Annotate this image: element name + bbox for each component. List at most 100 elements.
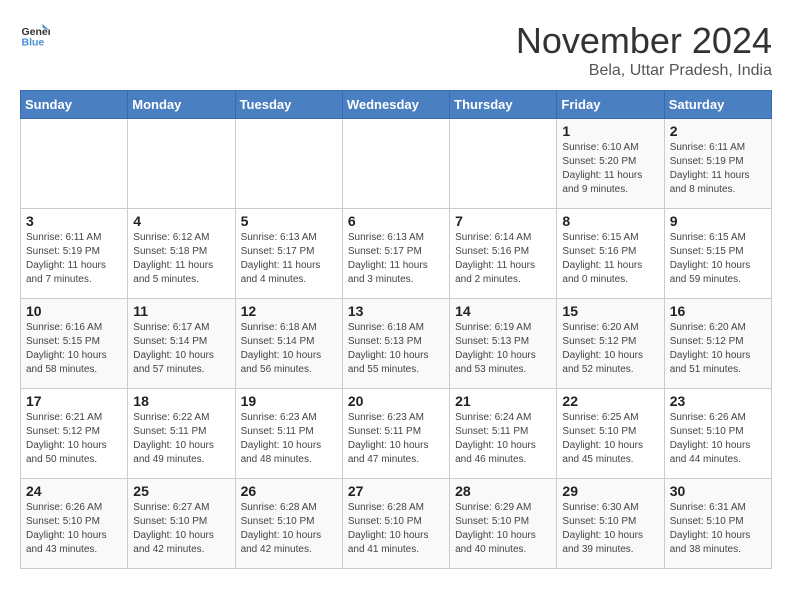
calendar-week-row: 17Sunrise: 6:21 AMSunset: 5:12 PMDayligh… [21, 389, 772, 479]
day-info: Sunrise: 6:15 AMSunset: 5:16 PMDaylight:… [562, 231, 658, 287]
day-number: 8 [562, 213, 658, 229]
calendar-cell: 27Sunrise: 6:28 AMSunset: 5:10 PMDayligh… [342, 479, 449, 569]
calendar-cell [235, 119, 342, 209]
weekday-header-friday: Friday [557, 91, 664, 119]
day-info: Sunrise: 6:13 AMSunset: 5:17 PMDaylight:… [241, 231, 337, 287]
calendar-week-row: 10Sunrise: 6:16 AMSunset: 5:15 PMDayligh… [21, 299, 772, 389]
calendar-cell: 15Sunrise: 6:20 AMSunset: 5:12 PMDayligh… [557, 299, 664, 389]
calendar-cell: 5 Sunrise: 6:13 AMSunset: 5:17 PMDaylight… [235, 209, 342, 299]
weekday-header-sunday: Sunday [21, 91, 128, 119]
day-info: Sunrise: 6:24 AMSunset: 5:11 PMDaylight:… [455, 411, 551, 467]
calendar-cell: 25 Sunrise: 6:27 AMSunset: 5:10 PMDayligh… [128, 479, 235, 569]
day-info: Sunrise: 6:23 AMSunset: 5:11 PMDaylight:… [348, 411, 444, 467]
day-number: 28 [455, 483, 551, 499]
day-number: 30 [670, 483, 766, 499]
calendar-cell: 19 Sunrise: 6:23 AMSunset: 5:11 PMDayligh… [235, 389, 342, 479]
calendar-cell: 30 Sunrise: 6:31 AMSunset: 5:10 PMDayligh… [664, 479, 771, 569]
calendar-cell: 24 Sunrise: 6:26 AMSunset: 5:10 PMDayligh… [21, 479, 128, 569]
day-info: Sunrise: 6:26 AMSunset: 5:10 PMDaylight:… [26, 501, 122, 557]
weekday-header-tuesday: Tuesday [235, 91, 342, 119]
calendar-cell: 1 Sunrise: 6:10 AMSunset: 5:20 PMDaylight… [557, 119, 664, 209]
day-number: 6 [348, 213, 444, 229]
calendar-week-row: 24 Sunrise: 6:26 AMSunset: 5:10 PMDayligh… [21, 479, 772, 569]
day-info: Sunrise: 6:18 AMSunset: 5:14 PMDaylight:… [241, 321, 337, 377]
day-info: Sunrise: 6:31 AMSunset: 5:10 PMDaylight:… [670, 501, 766, 557]
day-number: 24 [26, 483, 122, 499]
day-number: 21 [455, 393, 551, 409]
day-number: 22 [562, 393, 658, 409]
day-info: Sunrise: 6:20 AMSunset: 5:12 PMDaylight:… [562, 321, 658, 377]
day-number: 19 [241, 393, 337, 409]
month-title: November 2024 [516, 20, 772, 62]
day-number: 18 [133, 393, 229, 409]
calendar-cell: 28 Sunrise: 6:29 AMSunset: 5:10 PMDayligh… [450, 479, 557, 569]
header: General Blue November 2024 Bela, Uttar P… [20, 20, 772, 80]
day-number: 23 [670, 393, 766, 409]
day-info: Sunrise: 6:10 AMSunset: 5:20 PMDaylight:… [562, 141, 658, 197]
day-info: Sunrise: 6:23 AMSunset: 5:11 PMDaylight:… [241, 411, 337, 467]
day-number: 26 [241, 483, 337, 499]
svg-text:Blue: Blue [22, 37, 45, 49]
calendar-cell: 13 Sunrise: 6:18 AMSunset: 5:13 PMDayligh… [342, 299, 449, 389]
day-number: 13 [348, 303, 444, 319]
calendar-cell: 22Sunrise: 6:25 AMSunset: 5:10 PMDayligh… [557, 389, 664, 479]
calendar-cell: 10Sunrise: 6:16 AMSunset: 5:15 PMDayligh… [21, 299, 128, 389]
day-number: 9 [670, 213, 766, 229]
day-number: 1 [562, 123, 658, 139]
weekday-header-wednesday: Wednesday [342, 91, 449, 119]
weekday-header-monday: Monday [128, 91, 235, 119]
calendar-cell: 12 Sunrise: 6:18 AMSunset: 5:14 PMDayligh… [235, 299, 342, 389]
calendar-week-row: 1 Sunrise: 6:10 AMSunset: 5:20 PMDaylight… [21, 119, 772, 209]
calendar-week-row: 3 Sunrise: 6:11 AMSunset: 5:19 PMDaylight… [21, 209, 772, 299]
day-info: Sunrise: 6:14 AMSunset: 5:16 PMDaylight:… [455, 231, 551, 287]
logo: General Blue [20, 20, 50, 50]
day-number: 7 [455, 213, 551, 229]
calendar-body: 1 Sunrise: 6:10 AMSunset: 5:20 PMDaylight… [21, 119, 772, 569]
calendar-cell: 6 Sunrise: 6:13 AMSunset: 5:17 PMDaylight… [342, 209, 449, 299]
day-number: 29 [562, 483, 658, 499]
calendar-cell [21, 119, 128, 209]
day-info: Sunrise: 6:30 AMSunset: 5:10 PMDaylight:… [562, 501, 658, 557]
calendar-cell: 29 Sunrise: 6:30 AMSunset: 5:10 PMDayligh… [557, 479, 664, 569]
day-info: Sunrise: 6:13 AMSunset: 5:17 PMDaylight:… [348, 231, 444, 287]
day-info: Sunrise: 6:28 AMSunset: 5:10 PMDaylight:… [348, 501, 444, 557]
calendar-cell: 7 Sunrise: 6:14 AMSunset: 5:16 PMDaylight… [450, 209, 557, 299]
calendar-cell [342, 119, 449, 209]
calendar-cell: 8 Sunrise: 6:15 AMSunset: 5:16 PMDaylight… [557, 209, 664, 299]
day-info: Sunrise: 6:17 AMSunset: 5:14 PMDaylight:… [133, 321, 229, 377]
calendar-cell: 3 Sunrise: 6:11 AMSunset: 5:19 PMDaylight… [21, 209, 128, 299]
day-info: Sunrise: 6:19 AMSunset: 5:13 PMDaylight:… [455, 321, 551, 377]
day-info: Sunrise: 6:11 AMSunset: 5:19 PMDaylight:… [26, 231, 122, 287]
day-info: Sunrise: 6:15 AMSunset: 5:15 PMDaylight:… [670, 231, 766, 287]
calendar-table: SundayMondayTuesdayWednesdayThursdayFrid… [20, 90, 772, 569]
day-number: 3 [26, 213, 122, 229]
weekday-header-saturday: Saturday [664, 91, 771, 119]
day-info: Sunrise: 6:11 AMSunset: 5:19 PMDaylight:… [670, 141, 766, 197]
day-info: Sunrise: 6:12 AMSunset: 5:18 PMDaylight:… [133, 231, 229, 287]
day-number: 4 [133, 213, 229, 229]
day-number: 20 [348, 393, 444, 409]
day-info: Sunrise: 6:18 AMSunset: 5:13 PMDaylight:… [348, 321, 444, 377]
day-info: Sunrise: 6:27 AMSunset: 5:10 PMDaylight:… [133, 501, 229, 557]
day-info: Sunrise: 6:26 AMSunset: 5:10 PMDaylight:… [670, 411, 766, 467]
weekday-header-row: SundayMondayTuesdayWednesdayThursdayFrid… [21, 91, 772, 119]
day-info: Sunrise: 6:22 AMSunset: 5:11 PMDaylight:… [133, 411, 229, 467]
calendar-cell: 14Sunrise: 6:19 AMSunset: 5:13 PMDayligh… [450, 299, 557, 389]
day-number: 16 [670, 303, 766, 319]
day-number: 5 [241, 213, 337, 229]
weekday-header-thursday: Thursday [450, 91, 557, 119]
calendar-cell: 2 Sunrise: 6:11 AMSunset: 5:19 PMDaylight… [664, 119, 771, 209]
calendar-cell: 18 Sunrise: 6:22 AMSunset: 5:11 PMDayligh… [128, 389, 235, 479]
calendar-cell: 23 Sunrise: 6:26 AMSunset: 5:10 PMDayligh… [664, 389, 771, 479]
day-info: Sunrise: 6:16 AMSunset: 5:15 PMDaylight:… [26, 321, 122, 377]
logo-icon: General Blue [20, 20, 50, 50]
day-number: 12 [241, 303, 337, 319]
calendar-cell [450, 119, 557, 209]
day-number: 11 [133, 303, 229, 319]
calendar-cell: 20 Sunrise: 6:23 AMSunset: 5:11 PMDayligh… [342, 389, 449, 479]
day-number: 2 [670, 123, 766, 139]
day-number: 25 [133, 483, 229, 499]
calendar-cell: 17Sunrise: 6:21 AMSunset: 5:12 PMDayligh… [21, 389, 128, 479]
calendar-cell: 4 Sunrise: 6:12 AMSunset: 5:18 PMDaylight… [128, 209, 235, 299]
day-info: Sunrise: 6:29 AMSunset: 5:10 PMDaylight:… [455, 501, 551, 557]
